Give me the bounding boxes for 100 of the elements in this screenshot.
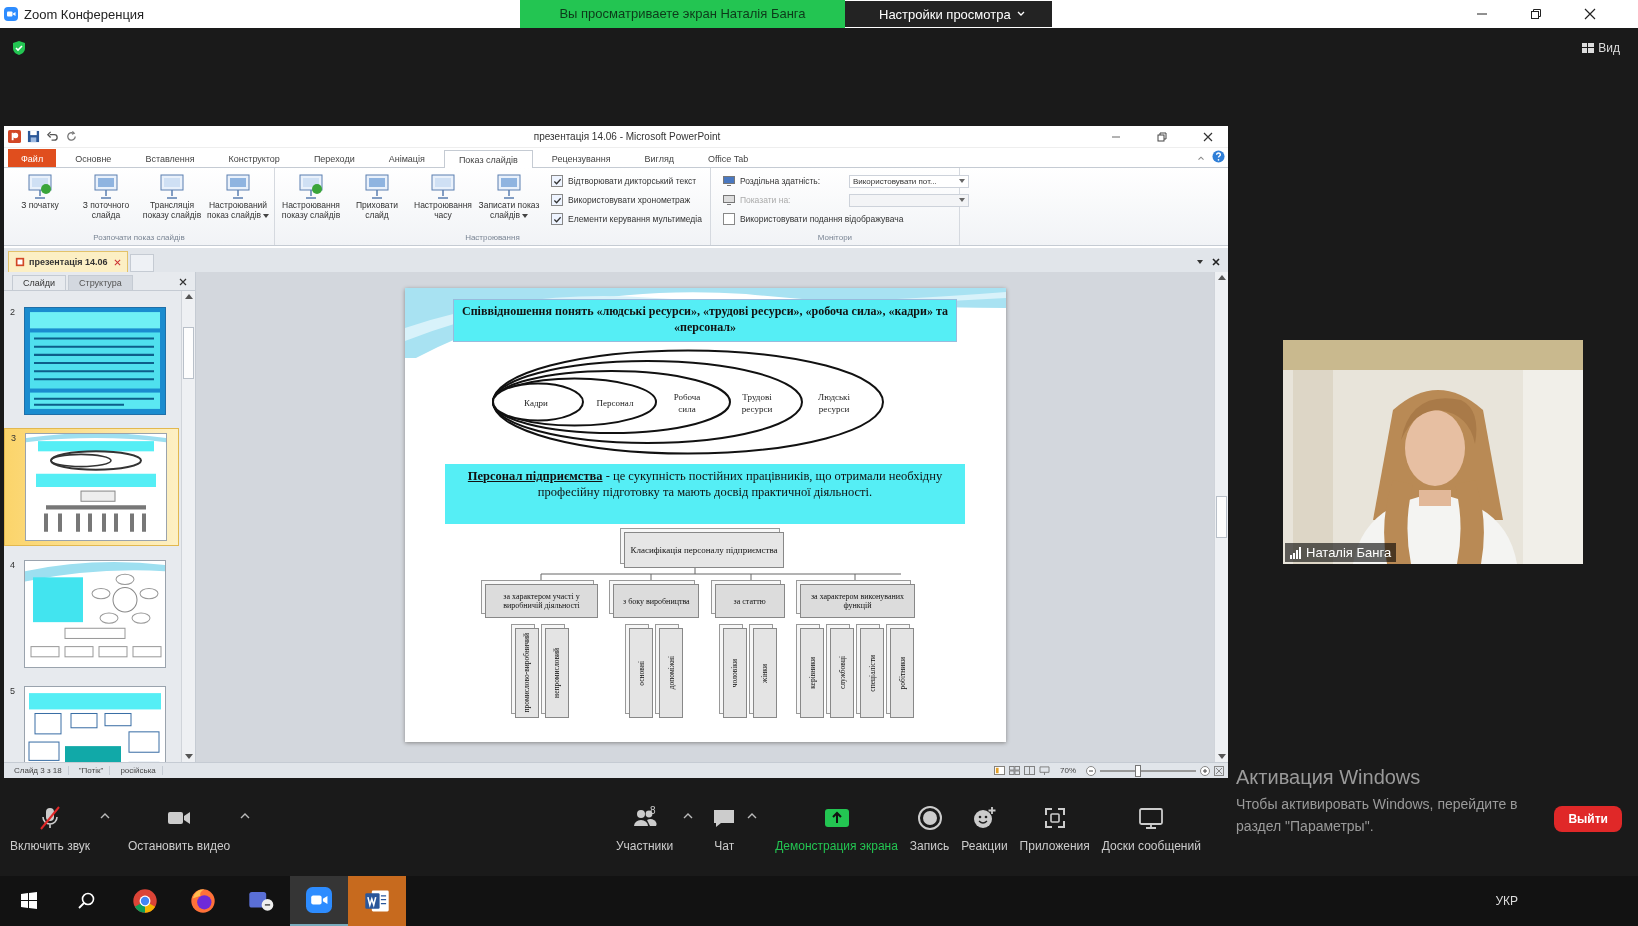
ribbon-tab[interactable]: Переходи [298,149,370,167]
ribbon-tab[interactable]: Файл [8,149,57,167]
ribbon-button[interactable]: Настроювання показу слайдів [279,170,343,233]
slide-title: Співвідношення понять «людські ресурси», «трудові ресурси», «робоча сила», «кадри» та «персонал» [453,299,957,342]
ribbon-group-label: Розпочати показ слайдів [92,233,186,244]
share-banner: Вы просматриваете экран Наталія Банга [520,0,845,28]
caret-icon[interactable] [683,813,694,819]
ribbon-tab[interactable]: Основне [60,149,127,167]
toolbar-button[interactable]: Реакции [955,805,1014,853]
close-icon[interactable] [1211,257,1221,267]
checkbox[interactable] [722,213,735,225]
keyboard-language[interactable]: УКР [1495,894,1518,908]
ribbon-tab[interactable]: Показ слайдів [443,150,533,168]
nested-ellipses-diagram: Кадри Персонал Робоча сила Трудові ресурси Людські ресурси [491,349,885,456]
dropdown-label: Роздільна здатність: [739,176,822,186]
dropdown-arrow-icon [958,198,965,202]
redo-icon[interactable] [65,130,78,143]
slide-sorter-icon[interactable] [1009,766,1020,775]
help-icon[interactable] [1212,150,1225,163]
ribbon-tab[interactable]: Вставлення [130,149,210,167]
taskbar-app[interactable] [348,876,406,926]
ribbon-tab[interactable]: Вигляд [629,149,689,167]
scroll-down-icon[interactable] [184,754,193,760]
status-text: Слайд 3 з 18 [8,766,69,775]
slide-thumbnail[interactable] [24,560,166,668]
document-app-icon [364,888,390,914]
toolbar-button[interactable]: Запись [903,805,956,853]
reading-view-icon[interactable] [1024,766,1035,775]
caret-icon[interactable] [100,813,111,819]
leave-button[interactable]: Выйти [1554,806,1622,832]
dropdown-field[interactable]: Використовувати пот... [848,174,969,188]
vertical-scrollbar[interactable] [1214,272,1228,762]
status-text: російська [114,766,163,775]
zoom-out-icon[interactable] [1086,765,1096,776]
toolbar-button[interactable]: Чат [705,805,744,853]
undo-icon[interactable] [46,130,59,143]
browser-icon [190,888,216,914]
activation-text: Чтобы активировать Windows, перейдите в раздел "Параметры". [1236,795,1519,836]
taskbar-app[interactable] [290,876,348,926]
ribbon-button[interactable]: Трансляція показу слайдів [140,170,204,233]
dropdown-arrow-icon [263,214,270,218]
zoom-slider-thumb[interactable] [1135,764,1142,777]
participant-name-tag: Наталія Банга [1285,543,1397,562]
windows-logo-icon [19,891,39,911]
caret-icon[interactable] [240,813,251,819]
scrollbar-thumb[interactable] [183,327,194,379]
monitor-icon [722,176,735,186]
view-options-button[interactable]: Настройки просмотра [845,1,1052,27]
slide-thumbnail[interactable] [24,307,166,415]
ribbon-tab[interactable]: Конструктор [213,149,295,167]
close-icon[interactable] [1202,130,1214,143]
normal-view-icon[interactable] [994,766,1005,775]
slideshow-icon [26,172,54,200]
zoom-percent[interactable]: 70% [1054,766,1082,775]
checkbox[interactable] [551,175,563,187]
slideshow-icon [297,172,325,200]
view-button[interactable]: Вид [1576,40,1626,56]
caret-icon[interactable] [747,813,758,819]
ribbon-button[interactable]: Записати показ слайдів [477,170,541,233]
ribbon-tab[interactable]: Office Tab [693,149,764,167]
restore-icon[interactable] [1530,8,1542,20]
ribbon-button[interactable]: З поточного слайда [74,170,138,233]
toolbar-button[interactable]: Включить звук [4,805,97,853]
ribbon-button[interactable]: Настроюваний показ слайдів [206,170,270,233]
zoom-in-icon[interactable] [1200,765,1210,776]
ribbon-group-label: Настроювання [464,233,521,244]
slide-number: 4 [10,560,16,572]
toolbar-button[interactable]: Доски сообщений [1095,805,1207,853]
slideshow-icon[interactable] [1039,766,1050,775]
scroll-up-icon[interactable] [184,293,193,299]
checkbox[interactable] [551,213,563,225]
caret-icon [1016,11,1025,17]
fit-slide-icon[interactable] [1214,765,1224,776]
toolbar-button[interactable]: Приложения [1013,805,1096,853]
close-icon[interactable] [179,278,187,286]
slide-thumbnail[interactable] [25,433,167,541]
scroll-down-icon[interactable] [1217,754,1226,760]
grid-icon [1582,43,1595,53]
slideshow-icon [92,172,120,200]
slide-thumbnail[interactable] [24,686,166,762]
ribbon-tab[interactable]: Рецензування [536,149,626,167]
scroll-up-icon[interactable] [1217,274,1226,280]
shield-icon[interactable] [12,40,26,56]
toolbar-button[interactable]: Демонстрация экрана [769,805,904,853]
close-icon[interactable] [1584,8,1596,20]
checkbox[interactable] [551,194,563,206]
zoom-logo-icon [4,7,18,21]
ribbon-tab[interactable]: Анімація [373,149,440,167]
ribbon-button[interactable]: Настроювання часу [411,170,475,233]
ribbon-button[interactable]: З початку [8,170,72,233]
selected-slide-row[interactable]: 3 [4,428,179,546]
vertical-scrollbar[interactable] [181,291,195,762]
scrollbar-thumb[interactable] [1216,496,1227,538]
toolbar-button[interactable]: Остановить видео [122,805,237,853]
signal-icon [1290,546,1302,559]
pane-tab[interactable]: Структура [68,275,133,290]
ribbon-button[interactable]: Приховати слайд [345,170,409,233]
document-tab[interactable]: презентація 14.06 [8,251,129,272]
pane-tab[interactable]: Слайди [12,275,67,290]
save-icon[interactable] [27,130,40,143]
